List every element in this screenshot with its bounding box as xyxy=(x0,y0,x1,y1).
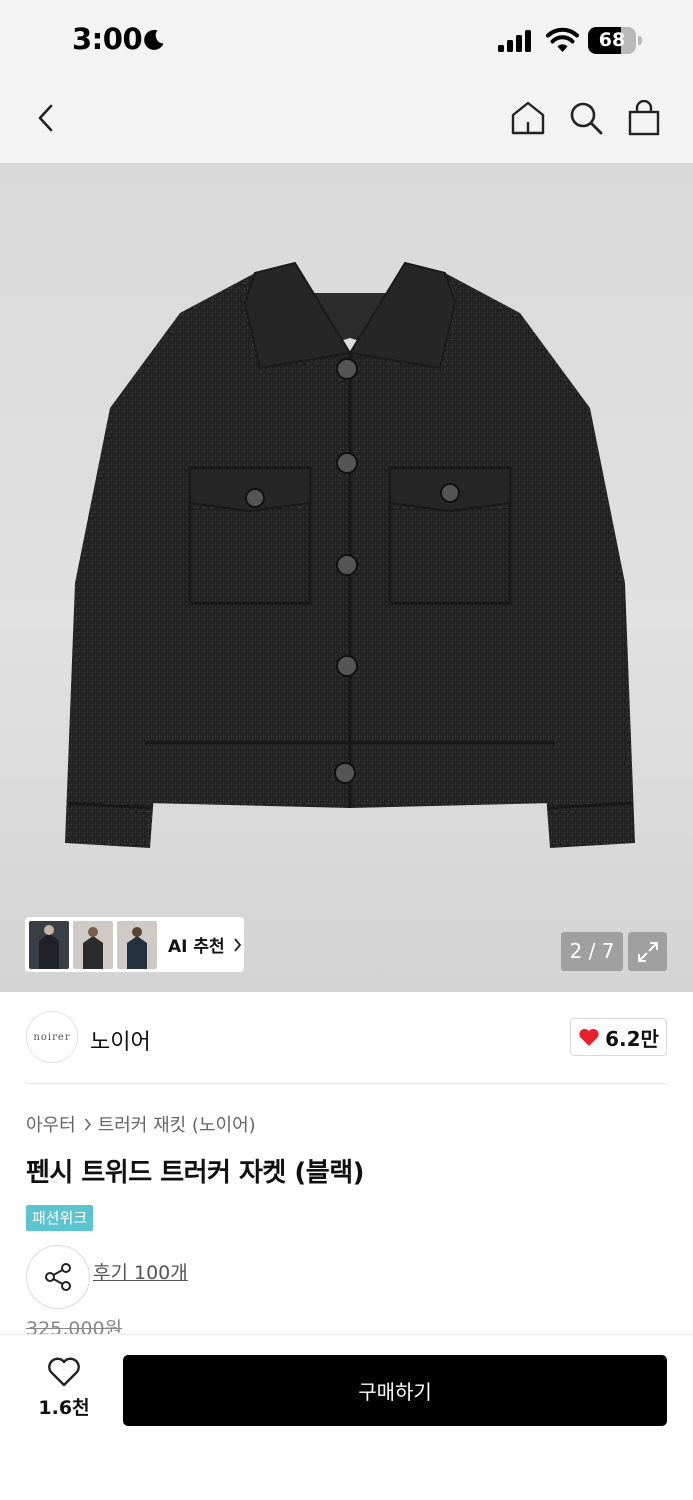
battery-icon: 68 xyxy=(588,27,642,54)
brand-row[interactable]: noirer 노이어 6.2만 xyxy=(26,992,667,1084)
ai-thumb-1[interactable] xyxy=(29,920,69,969)
ai-recommend-label: AI 추천 xyxy=(168,937,225,957)
product-image-tweed-jacket xyxy=(65,261,635,848)
search-icon xyxy=(570,102,603,135)
reviews-link[interactable]: 후기 100개 xyxy=(93,1258,188,1285)
image-page-counter: 2 / 7 xyxy=(561,932,623,971)
status-time: 3:00 xyxy=(72,22,143,56)
battery-percent: 68 xyxy=(598,29,626,51)
ai-thumb-2[interactable] xyxy=(73,920,113,969)
brand-like-button[interactable]: 6.2만 xyxy=(570,1018,667,1056)
cart-button[interactable] xyxy=(622,96,666,140)
original-price: 325,000원 xyxy=(26,1318,123,1334)
share-icon xyxy=(45,1263,71,1291)
search-button[interactable] xyxy=(564,96,608,140)
home-button[interactable] xyxy=(506,96,550,140)
heart-outline-icon xyxy=(48,1357,80,1387)
ai-recommend-button[interactable]: AI 추천 xyxy=(25,917,244,972)
wishlist-count: 1.6천 xyxy=(38,1397,90,1419)
top-nav-bar xyxy=(0,82,693,163)
chevron-right-icon xyxy=(84,1117,92,1131)
wishlist-button[interactable]: 1.6천 xyxy=(26,1357,102,1427)
ai-thumb-3[interactable] xyxy=(117,920,157,969)
brand-logo[interactable]: noirer xyxy=(26,1011,78,1063)
signal-icon xyxy=(498,30,531,52)
wifi-icon xyxy=(546,27,579,52)
moon-icon xyxy=(144,29,164,50)
chevron-right-icon xyxy=(233,937,241,952)
bottom-action-bar: 1.6천 구매하기 xyxy=(0,1334,693,1500)
share-button[interactable] xyxy=(26,1245,90,1309)
breadcrumb-category[interactable]: 아우터 xyxy=(26,1111,76,1137)
breadcrumb: 아우터 트러커 재킷 (노이어) xyxy=(26,1111,256,1137)
product-image-gallery[interactable]: AI 추천 2 / 7 xyxy=(0,163,693,992)
buy-button[interactable]: 구매하기 xyxy=(123,1355,667,1426)
status-bar: 3:00 68 xyxy=(0,0,693,82)
expand-image-button[interactable] xyxy=(628,932,667,971)
brand-like-count: 6.2만 xyxy=(605,1026,659,1051)
back-arrow-icon xyxy=(38,104,53,132)
back-button[interactable] xyxy=(24,96,68,140)
breadcrumb-subcategory[interactable]: 트러커 재킷 (노이어) xyxy=(98,1111,256,1137)
product-title: 펜시 트위드 트러커 자켓 (블랙) xyxy=(26,1158,365,1188)
home-icon xyxy=(511,101,545,135)
fashion-week-tag: 패션위크 xyxy=(26,1205,94,1231)
shopping-bag-icon xyxy=(628,100,660,136)
brand-name[interactable]: 노이어 xyxy=(90,1024,151,1056)
heart-filled-icon xyxy=(579,1028,599,1046)
expand-icon xyxy=(637,941,658,962)
